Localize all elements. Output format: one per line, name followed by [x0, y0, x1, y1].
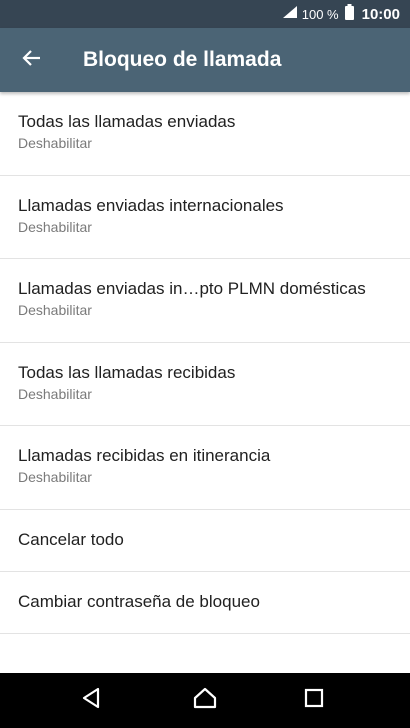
setting-summary: Deshabilitar [18, 302, 92, 318]
screen: 100 % 10:00 Bloqueo de llamada Todas las… [0, 0, 410, 728]
home-icon [193, 687, 217, 714]
settings-content: Todas las llamadas enviadas Deshabilitar… [0, 92, 410, 673]
status-bar: 100 % 10:00 [0, 0, 410, 28]
setting-international-except-home[interactable]: Llamadas enviadas in…pto PLMN domésticas… [0, 259, 410, 343]
nav-home-button[interactable] [175, 673, 235, 728]
page-title: Bloqueo de llamada [83, 48, 282, 71]
setting-summary: Deshabilitar [18, 469, 92, 485]
nav-back-button[interactable] [61, 673, 121, 728]
signal-icon [282, 5, 298, 24]
setting-change-password[interactable]: Cambiar contraseña de bloqueo [0, 572, 410, 634]
navigation-bar [0, 673, 410, 728]
clock: 10:00 [361, 5, 400, 23]
setting-title: Llamadas enviadas in…pto PLMN domésticas [18, 279, 366, 298]
setting-international-outgoing[interactable]: Llamadas enviadas internacionales Deshab… [0, 176, 410, 259]
recents-icon [304, 688, 324, 713]
setting-incoming-roaming[interactable]: Llamadas recibidas en itinerancia Deshab… [0, 426, 410, 510]
back-triangle-icon [81, 687, 101, 714]
setting-title: Cancelar todo [18, 530, 124, 549]
setting-summary: Deshabilitar [18, 385, 92, 402]
status-icons: 100 % 10:00 [282, 0, 400, 28]
back-button[interactable] [10, 38, 54, 82]
setting-cancel-all[interactable]: Cancelar todo [0, 510, 410, 572]
setting-summary: Deshabilitar [18, 218, 92, 235]
arrow-back-icon [22, 48, 42, 73]
settings-list: Todas las llamadas enviadas Deshabilitar… [0, 92, 410, 634]
setting-all-outgoing[interactable]: Todas las llamadas enviadas Deshabilitar [0, 92, 410, 176]
setting-summary: Deshabilitar [18, 135, 92, 151]
setting-all-incoming[interactable]: Todas las llamadas recibidas Deshabilita… [0, 343, 410, 426]
setting-title: Llamadas recibidas en itinerancia [18, 446, 271, 465]
app-bar: Bloqueo de llamada [0, 28, 410, 92]
setting-title: Cambiar contraseña de bloqueo [18, 592, 260, 611]
nav-recents-button[interactable] [284, 673, 344, 728]
setting-title: Todas las llamadas enviadas [18, 112, 236, 131]
setting-title: Todas las llamadas recibidas [18, 362, 236, 382]
battery-icon [344, 3, 354, 25]
setting-title: Llamadas enviadas internacionales [18, 195, 284, 215]
battery-percent: 100 % [301, 6, 339, 22]
